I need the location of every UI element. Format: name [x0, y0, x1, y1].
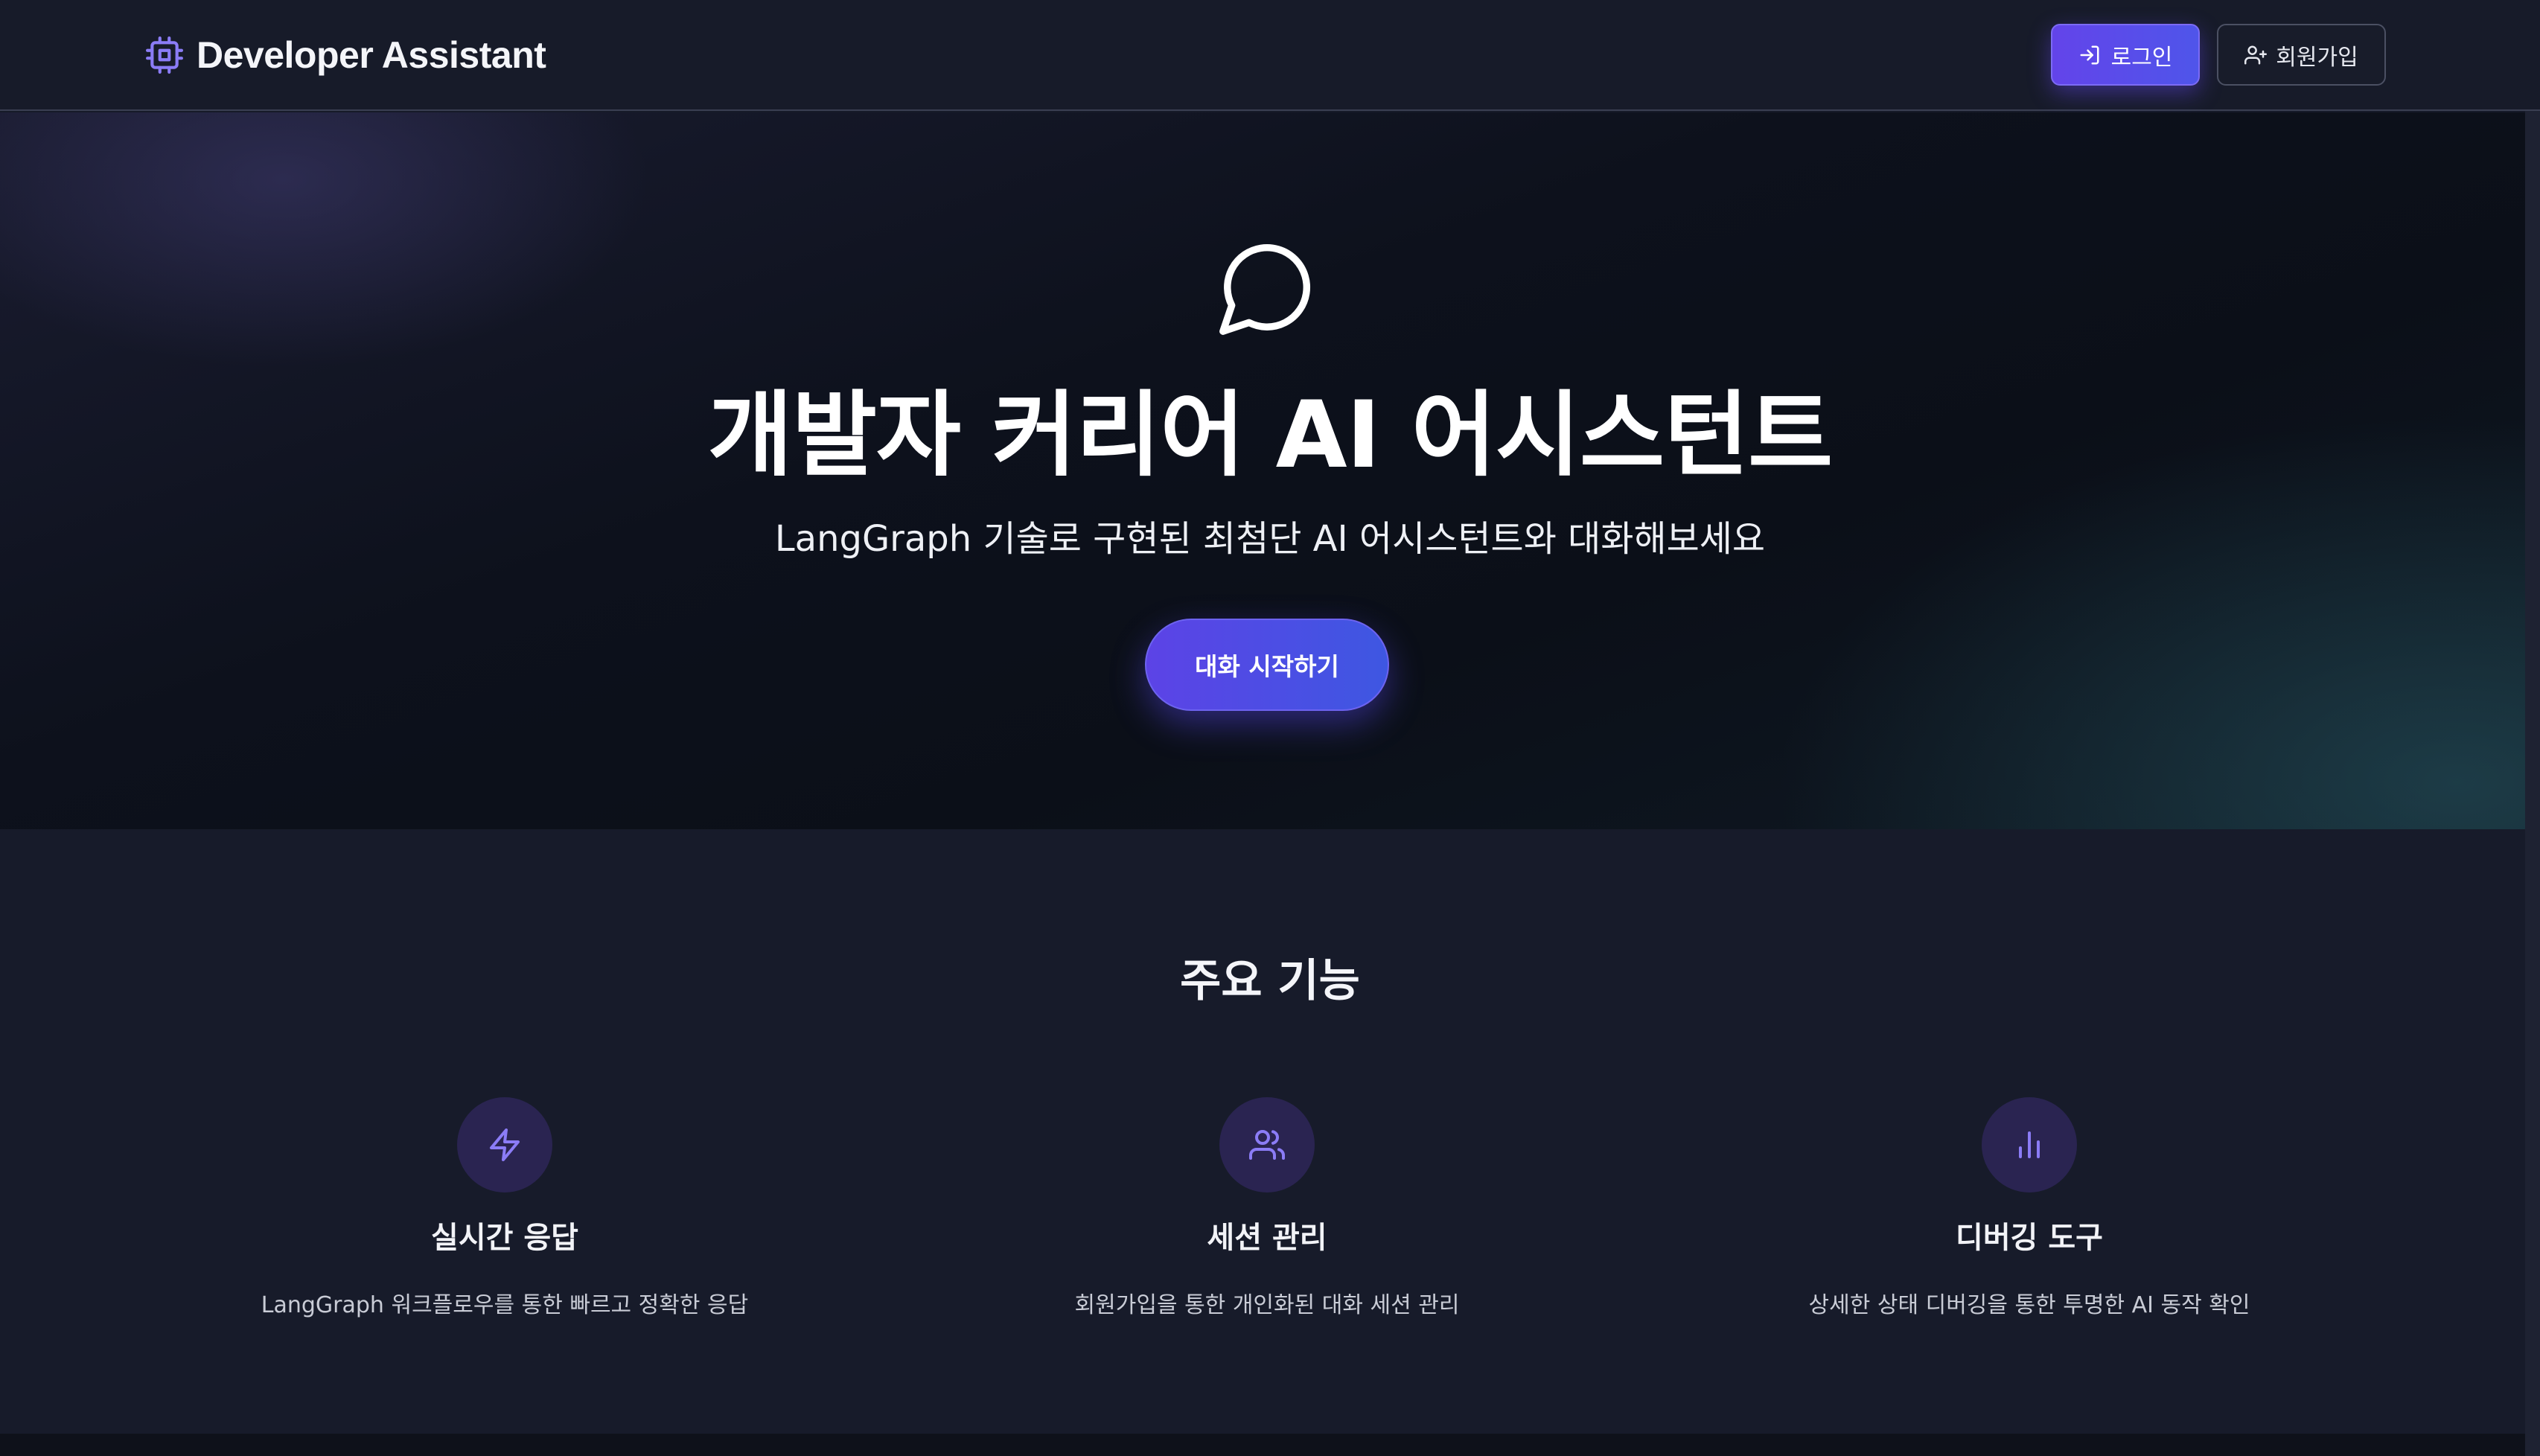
feature-description: 상세한 상태 디버깅을 통한 투명한 AI 동작 확인 — [1808, 1292, 2250, 1318]
users-icon — [1249, 1127, 1285, 1163]
hero-title: 개발자 커리어 AI 어시스턴트 — [707, 382, 1834, 489]
bar-chart-icon — [2011, 1127, 2047, 1163]
feature-icon-badge — [457, 1097, 552, 1192]
log-in-icon — [2078, 44, 2101, 66]
login-label: 로그인 — [2110, 44, 2173, 71]
start-chat-button[interactable]: 대화 시작하기 — [1145, 619, 1389, 711]
feature-icon-badge — [1982, 1097, 2077, 1192]
login-button[interactable]: 로그인 — [2051, 24, 2200, 86]
brand[interactable]: Developer Assistant — [146, 33, 546, 77]
message-circle-icon — [1214, 234, 1320, 340]
feature-title: 실시간 응답 — [431, 1221, 578, 1255]
features-title: 주요 기능 — [1180, 955, 1360, 1007]
feature-description: LangGraph 워크플로우를 통한 빠르고 정확한 응답 — [261, 1292, 749, 1318]
feature-description: 회원가입을 통한 개인화된 대화 세션 관리 — [1074, 1292, 1460, 1318]
feature-title: 디버깅 도구 — [1956, 1221, 2103, 1255]
footer-strip — [0, 1434, 2540, 1456]
scrollbar-track[interactable] — [2525, 111, 2540, 1456]
cpu-chip-icon — [146, 36, 183, 74]
feature-card-realtime: 실시간 응답 LangGraph 워크플로우를 통한 빠르고 정확한 응답 — [170, 1097, 840, 1319]
feature-icon-badge — [1219, 1097, 1315, 1192]
brand-name: Developer Assistant — [197, 34, 546, 76]
hero-section: 개발자 커리어 AI 어시스턴트 LangGraph 기술로 구현된 최첨단 A… — [0, 112, 2540, 829]
feature-card-debug: 디버깅 도구 상세한 상태 디버깅을 통한 투명한 AI 동작 확인 — [1694, 1097, 2364, 1319]
hero-subtitle: LangGraph 기술로 구현된 최첨단 AI 어시스턴트와 대화해보세요 — [774, 518, 1766, 560]
landing-page: Developer Assistant 로그인 회원가입 개발자 커리어 AI … — [0, 0, 2540, 1456]
signup-label: 회원가입 — [2276, 44, 2358, 71]
user-plus-icon — [2244, 44, 2268, 66]
top-header: Developer Assistant 로그인 회원가입 — [0, 0, 2540, 111]
lightning-bolt-icon — [487, 1127, 523, 1163]
feature-card-session: 세션 관리 회원가입을 통한 개인화된 대화 세션 관리 — [932, 1097, 1602, 1319]
features-section: 주요 기능 실시간 응답 LangGraph 워크플로우를 통한 빠르고 정확한… — [0, 829, 2540, 1434]
signup-button[interactable]: 회원가입 — [2217, 24, 2386, 86]
feature-title: 세션 관리 — [1207, 1221, 1327, 1255]
